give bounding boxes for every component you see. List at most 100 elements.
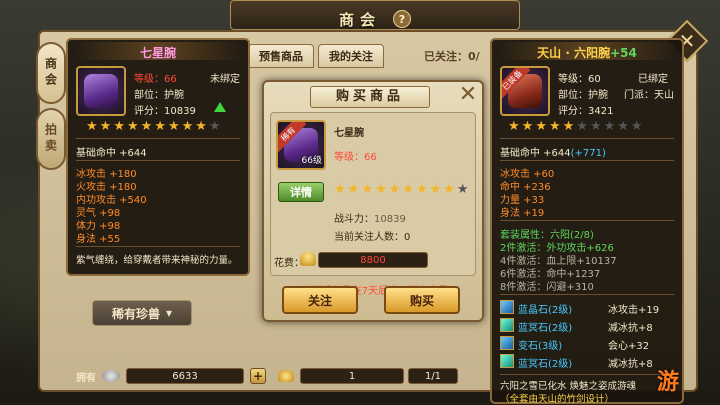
divider: [500, 160, 674, 161]
pet-category-button[interactable]: 稀有珍兽 ▾: [92, 300, 192, 326]
dialog-title: 购买商品: [310, 86, 430, 108]
star-filled-icon: ★: [374, 182, 387, 197]
star-filled-icon: ★: [99, 119, 112, 134]
item-score: 评分：10839: [134, 106, 196, 117]
shop-title: 商会: [338, 10, 381, 29]
star-rating: ★ ★ ★ ★ ★ ★ ★ ★ ★ ★: [86, 120, 221, 133]
gem-icon: [500, 354, 514, 368]
upgrade-arrow-icon: [214, 102, 226, 112]
pet-tab-label: 稀有珍兽: [111, 306, 160, 321]
divider: [500, 138, 674, 139]
star-filled-icon: ★: [347, 182, 360, 197]
star-empty-icon: ★: [208, 119, 221, 134]
buy-button[interactable]: 购买: [384, 286, 460, 314]
shop-header: 商会 ?: [250, 6, 500, 32]
stat-line: 身法 +55: [76, 234, 121, 245]
star-filled-icon: ★: [402, 182, 414, 197]
item-description: 紫气缠绕，给穿戴者带来神秘的力量。: [76, 255, 238, 266]
bracer-item-icon: 已装备: [500, 66, 550, 116]
item-level: 等级：60: [558, 74, 601, 85]
star-filled-icon: ★: [548, 119, 561, 134]
gem-name: 蓝冥石(2级): [518, 359, 573, 370]
details-button[interactable]: 详情: [278, 182, 324, 202]
item-name: 七星腕: [139, 46, 176, 60]
star-filled-icon: ★: [388, 182, 401, 197]
star-filled-icon: ★: [334, 182, 346, 197]
star-filled-icon: ★: [167, 119, 180, 134]
star-filled-icon: ★: [521, 119, 534, 134]
divider: [76, 138, 240, 139]
side-tabs: 商会 拍卖: [36, 42, 66, 174]
star-rating: ★ ★ ★ ★ ★ ★ ★ ★ ★ ★: [508, 120, 643, 133]
cost-amount: 8800: [318, 252, 428, 268]
watcher-count: 当前关注人数：0: [334, 232, 411, 243]
item-slot: 部位：护腕: [134, 90, 184, 101]
top-tabs: 预售商品 我的关注: [248, 44, 384, 68]
gem-name: 蓝冥石(2级): [518, 323, 573, 334]
star-filled-icon: ★: [86, 119, 98, 134]
star-filled-icon: ★: [113, 119, 125, 134]
item-sect: 门派：天山: [624, 90, 674, 101]
set-line: 8件激活：闪避+310: [500, 282, 594, 293]
bracer-item-icon[interactable]: 稀有 66级: [276, 120, 326, 170]
watched-count: 已关注：0/: [424, 50, 480, 63]
base-stat: 基础命中 +644(+771): [500, 148, 606, 159]
star-filled-icon: ★: [562, 119, 575, 134]
site-watermark-logo: 游: [656, 370, 679, 395]
star-filled-icon: ★: [195, 119, 207, 134]
item-level: 等级：66: [334, 152, 377, 163]
star-filled-icon: ★: [361, 182, 373, 197]
star-empty-icon: ★: [630, 119, 643, 134]
star-filled-icon: ★: [181, 119, 194, 134]
tab-presale[interactable]: 预售商品: [248, 44, 314, 68]
help-icon[interactable]: ?: [393, 10, 411, 28]
add-silver-button[interactable]: +: [250, 368, 266, 384]
gem-icon: [500, 336, 514, 350]
gold-ingot-icon: [278, 370, 294, 382]
dialog-close-button[interactable]: ✕: [456, 84, 480, 108]
divider: [500, 220, 674, 221]
star-filled-icon: ★: [415, 182, 428, 197]
combat-power: 战斗力：10839: [334, 214, 406, 225]
flavor-text: （全套由天山的竹剑设计）: [500, 394, 615, 405]
gold-ingot-icon: [300, 252, 316, 266]
star-filled-icon: ★: [154, 119, 166, 134]
divider: [500, 294, 674, 295]
flavor-text: 六阳之雪已化水 焕魅之姿成游魂: [500, 381, 637, 392]
base-stat: 基础命中 +644: [76, 148, 147, 159]
star-filled-icon: ★: [140, 119, 153, 134]
divider: [76, 246, 240, 247]
gem-icon: [500, 318, 514, 332]
star-empty-icon: ★: [603, 119, 616, 134]
gem-effect: 会心+32: [608, 341, 650, 352]
bind-status: 已绑定: [638, 74, 668, 85]
star-filled-icon: ★: [126, 119, 139, 134]
gem-effect: 冰攻击+19: [608, 305, 660, 316]
star-empty-icon: ★: [617, 119, 629, 134]
side-tab-auction[interactable]: 拍卖: [36, 108, 66, 170]
gem-effect: 减冰抗+8: [608, 323, 653, 334]
star-empty-icon: ★: [456, 182, 469, 197]
divider: [76, 160, 240, 161]
star-filled-icon: ★: [535, 119, 547, 134]
purchase-dialog: 购买商品 ✕ 稀有 66级 七星腕 等级：66 详情 ★ ★ ★ ★ ★ ★ ★ ★ ★ ★ 战斗…: [262, 80, 484, 322]
tab-my-watchlist[interactable]: 我的关注: [318, 44, 384, 68]
item-level: 等级：66: [134, 74, 177, 85]
stat-line: 身法 +19: [500, 208, 545, 219]
star-empty-icon: ★: [589, 119, 602, 134]
item-name: 七星腕: [334, 128, 364, 139]
follow-button[interactable]: 关注: [282, 286, 358, 314]
star-rating: ★ ★ ★ ★ ★ ★ ★ ★ ★ ★: [334, 183, 469, 196]
equipped-item-tooltip: 天山 · 六阳腕+54 已装备 等级：60 已绑定 部位：护腕 门派：天山 评分…: [490, 38, 684, 405]
item-name: 天山 · 六阳腕+54: [537, 46, 637, 60]
silver-coin-icon: [102, 370, 120, 382]
item-slot: 部位：护腕: [558, 90, 608, 101]
silver-amount: 6633: [126, 368, 244, 384]
side-tab-shop[interactable]: 商会: [36, 42, 66, 104]
bind-status: 未绑定: [210, 74, 240, 85]
item-score: 评分：3421: [558, 106, 614, 117]
star-filled-icon: ★: [429, 182, 442, 197]
gem-name: 蓝晶石(2级): [518, 305, 573, 316]
star-filled-icon: ★: [443, 182, 455, 197]
page-indicator: 1/1: [408, 368, 458, 384]
